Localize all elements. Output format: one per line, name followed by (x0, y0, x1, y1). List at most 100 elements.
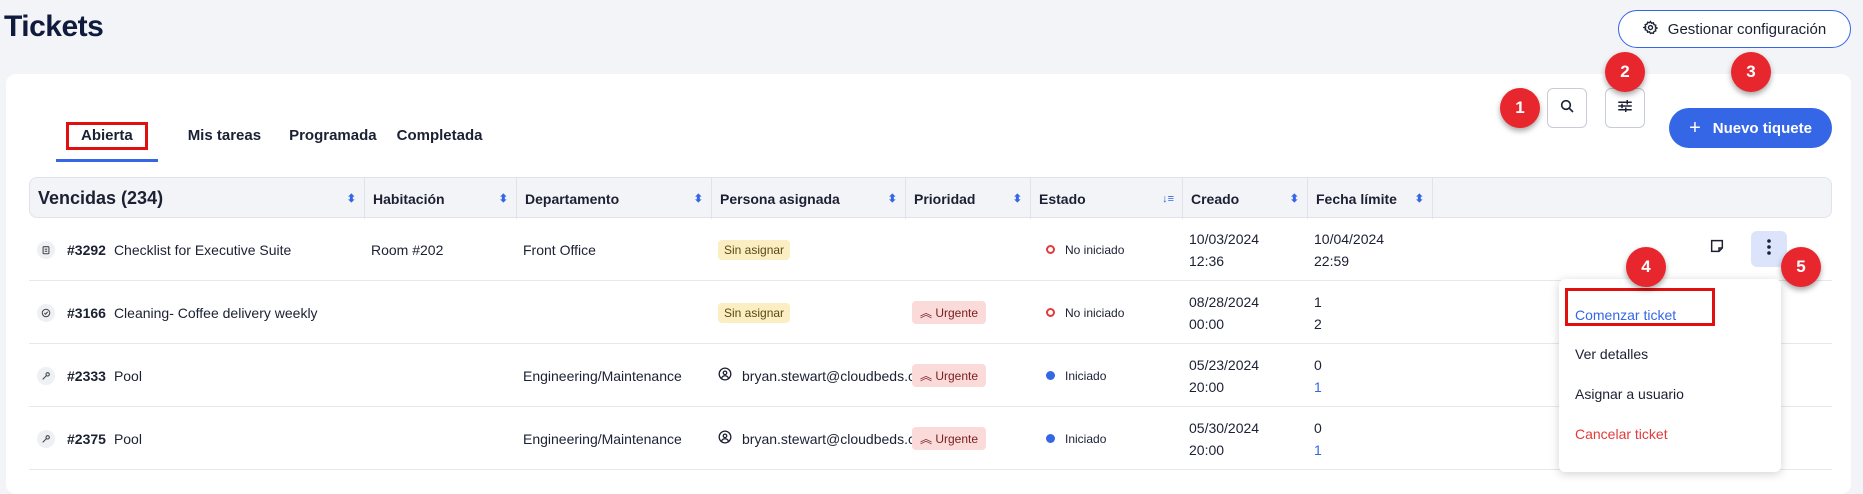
plus-icon: + (1689, 116, 1701, 139)
sort-icon[interactable]: ⬍ (1290, 192, 1299, 205)
column-header-due-date[interactable]: Fecha límite ⬍ (1307, 178, 1432, 219)
sliders-icon (1616, 97, 1634, 120)
callout-badge-4: 4 (1626, 247, 1666, 287)
user-icon (718, 367, 732, 384)
priority-label: Urgente (935, 369, 979, 383)
sort-icon[interactable]: ⬍ (1013, 192, 1022, 205)
column-header-label: Prioridad (914, 190, 976, 207)
row-actions-menu: Comenzar ticket Ver detalles Asignar a u… (1559, 279, 1781, 472)
due-time: 1 (1314, 441, 1322, 458)
sort-icon[interactable]: ⬍ (694, 192, 703, 205)
priority-label: Urgente (935, 432, 979, 446)
status-cell: Iniciado (1046, 407, 1106, 470)
filter-button[interactable] (1605, 88, 1645, 128)
note-icon[interactable] (1709, 238, 1725, 259)
status-label: No iniciado (1065, 242, 1125, 257)
created-date: 10/03/2024 (1189, 230, 1260, 247)
ticket-cell[interactable]: #3292 Checklist for Executive Suite (29, 218, 291, 281)
callout-badge-3: 3 (1731, 52, 1771, 92)
ticket-id: #3292 (67, 241, 106, 258)
status-label: Iniciado (1065, 431, 1107, 446)
wrench-icon (37, 366, 55, 385)
assignee-email: bryan.stewart@cloudbeds.c... (742, 430, 927, 447)
created-time: 00:00 (1189, 315, 1225, 332)
sort-icon[interactable]: ⬍ (347, 192, 356, 205)
ticket-id: #2375 (67, 430, 106, 447)
ticket-cell[interactable]: #3166 Cleaning- Coffee delivery weekly (29, 281, 318, 344)
new-ticket-label: Nuevo tiquete (1712, 119, 1812, 137)
tab-open[interactable]: Abierta (56, 118, 158, 162)
column-header-created[interactable]: Creado ⬍ (1182, 178, 1307, 219)
column-header-room[interactable]: Habitación ⬍ (364, 178, 516, 219)
gear-icon (1642, 19, 1659, 39)
column-header-label: Estado (1039, 190, 1086, 207)
double-chevron-up-icon: ︽ (920, 306, 936, 320)
status-not-started-icon (1046, 308, 1055, 317)
ticket-title: Pool (113, 430, 142, 447)
urgent-chip: ︽ Urgente (912, 301, 987, 324)
created-cell: 05/23/2024 20:00 (1189, 344, 1259, 407)
double-chevron-up-icon: ︽ (920, 369, 936, 383)
user-icon (718, 430, 732, 447)
new-ticket-button[interactable]: + Nuevo tiquete (1669, 108, 1832, 148)
department-cell: Engineering/Maintenance (523, 430, 682, 447)
sort-desc-icon[interactable]: ↓≡ (1162, 193, 1174, 205)
due-date: 0 (1314, 356, 1322, 373)
status-label: Iniciado (1065, 368, 1107, 383)
created-date: 05/23/2024 (1189, 356, 1260, 373)
due-time: 1 (1314, 378, 1322, 395)
column-header-label: Habitación (373, 190, 445, 207)
column-header-status[interactable]: Estado ↓≡ (1030, 178, 1182, 219)
sort-icon[interactable]: ⬍ (1415, 192, 1424, 205)
assignee-cell: Sin asignar (718, 218, 791, 281)
due-time: 2 (1314, 315, 1322, 332)
column-header-assignee[interactable]: Persona asignada ⬍ (711, 178, 905, 219)
ticket-title: Pool (113, 367, 142, 384)
status-cell: No iniciado (1046, 281, 1124, 344)
tab-completed[interactable]: Completada (387, 118, 493, 154)
created-cell: 08/28/2024 00:00 (1189, 281, 1259, 344)
assignee-cell: bryan.stewart@cloudbeds.c... (718, 344, 927, 407)
assignee-cell: Sin asignar (718, 281, 791, 344)
column-header-department[interactable]: Departamento ⬍ (516, 178, 711, 219)
due-date-cell: 1 2 (1314, 281, 1322, 344)
column-header-label: Vencidas (234) (38, 188, 164, 208)
search-button[interactable] (1547, 88, 1587, 128)
created-time: 20:00 (1189, 441, 1225, 458)
search-icon (1559, 98, 1575, 119)
column-header-actions (1432, 178, 1833, 219)
status-label: No iniciado (1065, 305, 1125, 320)
status-cell: No iniciado (1046, 218, 1124, 281)
callout-badge-2: 2 (1605, 52, 1645, 92)
sort-icon[interactable]: ⬍ (888, 192, 897, 205)
view-details-menu-item[interactable]: Ver detalles (1575, 346, 1648, 362)
ticket-id: #2333 (67, 367, 106, 384)
start-ticket-menu-item[interactable]: Comenzar ticket (1575, 307, 1676, 323)
column-header-overdue[interactable]: Vencidas (234) ⬍ (30, 178, 364, 219)
due-date: 10/04/2024 (1314, 230, 1385, 247)
double-chevron-up-icon: ︽ (920, 432, 936, 446)
urgent-chip: ︽ Urgente (912, 427, 987, 450)
due-date-cell: 0 1 (1314, 344, 1322, 407)
created-cell: 10/03/2024 12:36 (1189, 218, 1259, 281)
assign-user-menu-item[interactable]: Asignar a usuario (1575, 386, 1684, 402)
manage-settings-button[interactable]: Gestionar configuración (1618, 10, 1851, 48)
created-date: 08/28/2024 (1189, 293, 1260, 310)
due-date: 1 (1314, 293, 1322, 310)
priority-cell: ︽ Urgente (912, 407, 987, 470)
table-header: Vencidas (234) ⬍ Habitación ⬍ Departamen… (29, 177, 1833, 219)
tab-my-tasks[interactable]: Mis tareas (178, 118, 271, 154)
cancel-ticket-menu-item[interactable]: Cancelar ticket (1575, 426, 1668, 442)
table-row[interactable]: #3292 Checklist for Executive Suite Room… (29, 218, 1832, 281)
department-cell: Front Office (523, 241, 596, 258)
created-cell: 05/30/2024 20:00 (1189, 407, 1259, 470)
ticket-cell[interactable]: #2333 Pool (29, 344, 142, 407)
priority-label: Urgente (935, 306, 979, 320)
ticket-cell[interactable]: #2375 Pool (29, 407, 142, 470)
due-time: 22:59 (1314, 252, 1350, 269)
column-header-priority[interactable]: Prioridad ⬍ (905, 178, 1030, 219)
sort-icon[interactable]: ⬍ (499, 192, 508, 205)
tab-scheduled[interactable]: Programada (279, 118, 387, 154)
ticket-id: #3166 (67, 304, 106, 321)
room-cell: Room #202 (371, 241, 444, 258)
